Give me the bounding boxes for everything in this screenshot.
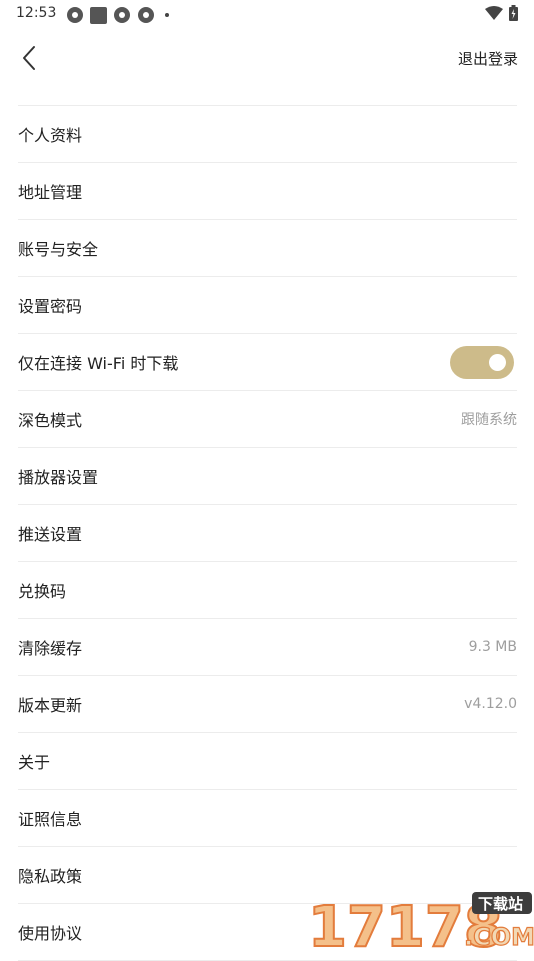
chevron-left-icon [23,46,35,70]
svg-text:下载站: 下载站 [478,895,523,913]
settings-item-player[interactable]: 播放器设置 [18,448,517,505]
cache-size-value: 9.3 MB [468,639,517,655]
top-bar: 退出登录 [0,28,534,88]
settings-item-label: 仅在连接 Wi-Fi 时下载 [18,354,179,373]
settings-item-set-password[interactable]: 设置密码 [18,277,517,334]
status-bar: 12:53 [0,0,534,28]
system-icons [485,5,518,21]
svg-text:.COM: .COM [464,923,534,950]
settings-item-label: 个人资料 [18,126,83,145]
settings-item-label: 设置密码 [18,297,83,316]
settings-item-label: 账号与安全 [18,240,99,259]
back-button[interactable] [14,40,44,76]
settings-item-label: 播放器设置 [18,468,99,487]
settings-item-profile[interactable]: 个人资料 [18,106,517,163]
settings-item-label: 兑换码 [18,582,67,601]
settings-item-clear-cache[interactable]: 清除缓存 9.3 MB [18,619,517,676]
settings-item-label: 版本更新 [18,696,83,715]
status-time: 12:53 [16,5,57,21]
settings-item-label: 隐私政策 [18,867,83,886]
settings-item-label: 深色模式 [18,411,83,430]
site-watermark-logo: 17178 下载站 .COM [307,892,534,950]
settings-item-account-security[interactable]: 账号与安全 [18,220,517,277]
dark-mode-value: 跟随系统 [461,412,517,428]
wifi-only-toggle[interactable] [450,345,514,379]
settings-item-address[interactable]: 地址管理 [18,163,517,220]
settings-item-wifi-only-download: 仅在连接 Wi-Fi 时下载 [18,334,517,391]
notification-icon [114,7,130,23]
settings-item-label: 关于 [18,753,51,772]
settings-item-redeem-code[interactable]: 兑换码 [18,562,517,619]
app-square-icon [90,6,107,24]
version-value: v4.12.0 [464,696,517,712]
settings-item-label: 证照信息 [18,810,83,829]
notification-icons [66,6,169,24]
wifi-icon [485,6,503,20]
more-notifications-dot [165,13,169,17]
settings-item-about[interactable]: 关于 [18,733,517,790]
settings-item-label: 推送设置 [18,525,83,544]
settings-item-dark-mode[interactable]: 深色模式 跟随系统 [18,391,517,448]
settings-item-version-update[interactable]: 版本更新 v4.12.0 [18,676,517,733]
battery-icon [509,5,518,21]
settings-item-label: 地址管理 [18,183,83,202]
toggle-knob [489,353,506,371]
settings-item-label: 清除缓存 [18,639,83,658]
settings-list: 个人资料 地址管理 账号与安全 设置密码 仅在连接 Wi-Fi 时下载 深色模式… [18,105,517,961]
logout-button[interactable]: 退出登录 [458,48,518,69]
settings-item-label: 使用协议 [18,924,83,943]
settings-item-license-info[interactable]: 证照信息 [18,790,517,847]
notification-icon [67,7,83,23]
notification-icon [138,7,154,23]
settings-item-push[interactable]: 推送设置 [18,505,517,562]
